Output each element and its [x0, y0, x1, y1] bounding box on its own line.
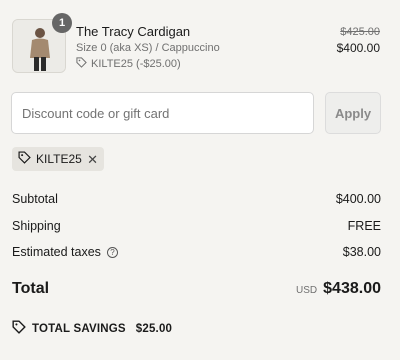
question-icon[interactable]: ? — [106, 246, 118, 258]
currency-code: USD — [296, 285, 318, 296]
tag-icon — [76, 57, 87, 71]
shipping-label: Shipping — [12, 219, 61, 233]
taxes-value: $38.00 — [342, 245, 381, 259]
product-variant: Size 0 (aka XS) / Cappuccino — [76, 42, 220, 54]
total-row: Total USD $438.00 — [12, 280, 381, 298]
apply-button[interactable]: Apply — [325, 92, 381, 134]
item-discount: KILTE25 (-$25.00) — [76, 57, 181, 71]
taxes-label: Estimated taxes — [12, 245, 101, 259]
original-price: $425.00 — [340, 26, 380, 38]
tag-icon — [12, 320, 26, 337]
tag-icon — [18, 151, 31, 167]
product-title: The Tracy Cardigan — [76, 24, 191, 39]
applied-discount-code: KILTE25 — [36, 152, 82, 166]
applied-discount-chip: KILTE25 ✕ — [12, 147, 104, 171]
shipping-row: Shipping FREE — [12, 219, 381, 233]
total-label: Total — [12, 280, 50, 297]
shipping-value: FREE — [347, 219, 381, 233]
total-savings: TOTAL SAVINGS $25.00 — [12, 320, 172, 337]
savings-label: TOTAL SAVINGS — [32, 322, 126, 335]
total-amount-group: USD $438.00 — [296, 280, 381, 298]
sale-price: $400.00 — [336, 41, 380, 55]
total-amount: $438.00 — [323, 280, 381, 297]
subtotal-value: $400.00 — [335, 192, 381, 206]
taxes-label-group: Estimated taxes ? — [12, 245, 118, 259]
quantity-badge: 1 — [52, 13, 72, 33]
taxes-row: Estimated taxes ? $38.00 — [12, 245, 381, 259]
subtotal-label: Subtotal — [12, 192, 58, 206]
item-discount-label: KILTE25 (-$25.00) — [91, 58, 181, 70]
discount-code-input[interactable] — [11, 92, 314, 134]
product-thumbnail-wrap: 1 — [12, 13, 72, 73]
savings-value: $25.00 — [135, 322, 173, 335]
subtotal-row: Subtotal $400.00 — [12, 192, 381, 206]
remove-discount-icon[interactable]: ✕ — [87, 153, 98, 166]
line-item: 1 The Tracy Cardigan Size 0 (aka XS) / C… — [12, 13, 388, 73]
